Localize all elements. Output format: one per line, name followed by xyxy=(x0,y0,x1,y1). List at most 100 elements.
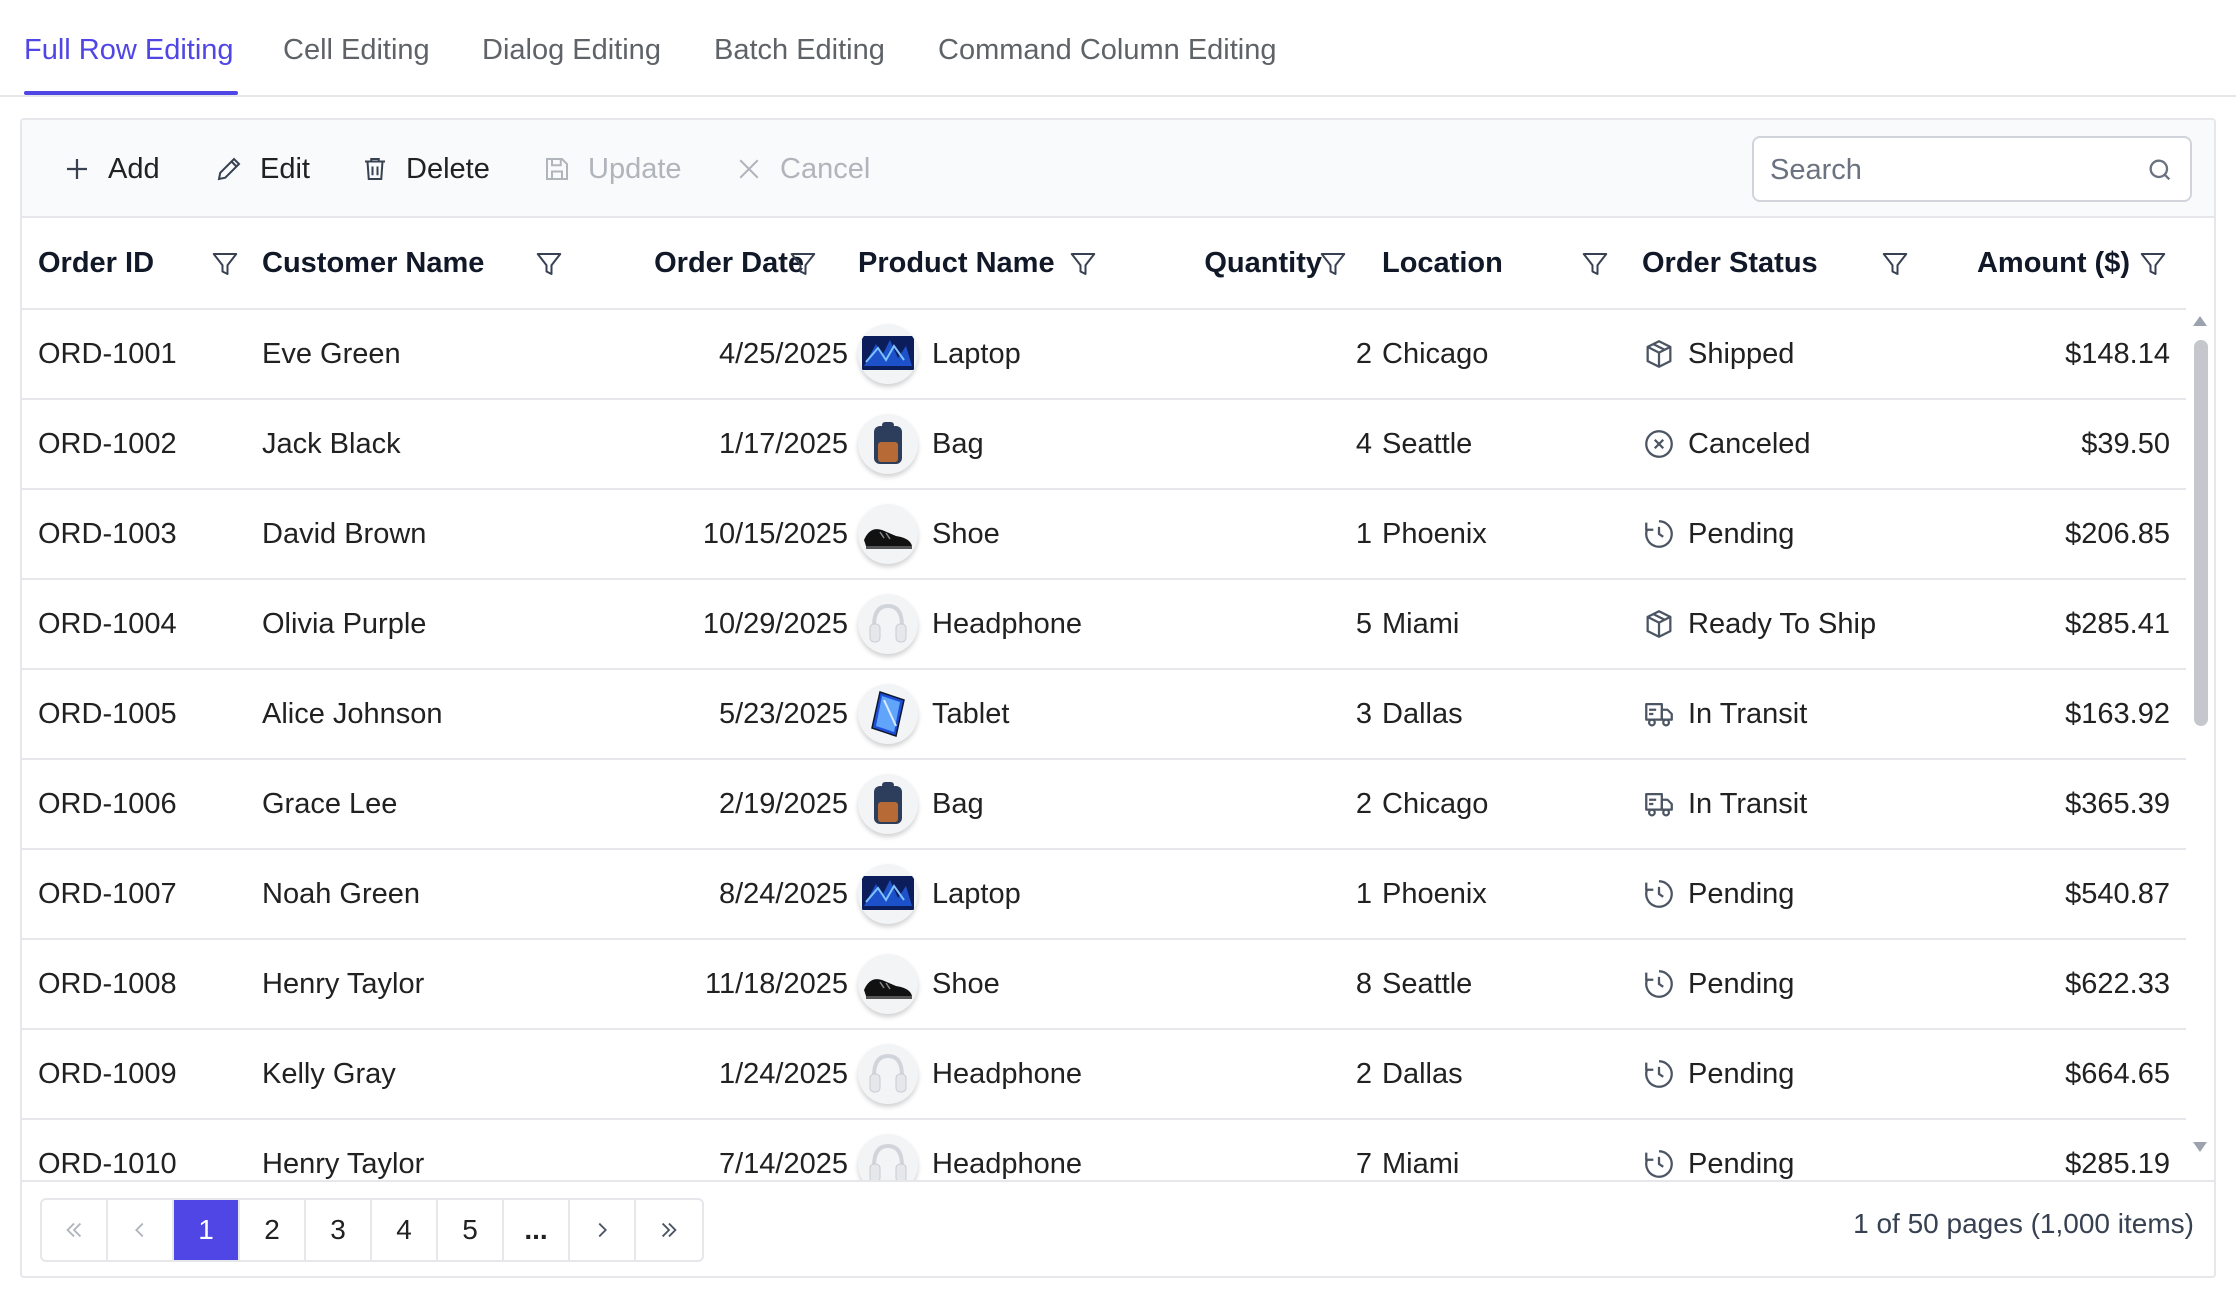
amount-cell: $365.39 xyxy=(2065,787,2170,820)
cancel-button[interactable]: Cancel xyxy=(734,148,870,190)
table-row[interactable]: ORD-1006 Grace Lee 2/19/2025 Bag 2 Chicago In … xyxy=(22,760,2186,850)
order-date-cell: 5/23/2025 xyxy=(718,697,848,730)
customer-name-cell: Alice Johnson xyxy=(262,697,443,730)
product-name-text: Headphone xyxy=(932,1147,1082,1180)
page-button-1[interactable]: 1 xyxy=(174,1200,240,1260)
order-id-cell: ORD-1010 xyxy=(38,1147,177,1180)
product-name-cell: Headphone xyxy=(858,1030,1158,1118)
filter-icon[interactable] xyxy=(1068,249,1098,279)
amount-cell: $285.19 xyxy=(2065,1147,2170,1180)
clock-icon xyxy=(1642,1147,1688,1180)
customer-name-cell: Jack Black xyxy=(262,427,401,460)
quantity-cell: 2 xyxy=(1355,1057,1372,1090)
page-button-4[interactable]: 4 xyxy=(372,1200,438,1260)
double-chevron-right-icon xyxy=(661,1222,677,1238)
column-header-quantity[interactable]: Quantity xyxy=(1162,218,1322,308)
filter-icon[interactable] xyxy=(1318,249,1348,279)
more-pages-button[interactable]: ... xyxy=(504,1200,570,1260)
column-header-location[interactable]: Location xyxy=(1382,218,1582,308)
order-status-cell: Shipped xyxy=(1642,310,1942,398)
tab-cell-editing[interactable]: Cell Editing xyxy=(283,30,430,70)
order-status-text: Ready To Ship xyxy=(1688,607,1877,640)
tablet-image xyxy=(858,684,918,744)
filter-icon[interactable] xyxy=(210,249,240,279)
chevron-left-icon xyxy=(135,1222,144,1238)
scroll-up-arrow-icon[interactable] xyxy=(2191,314,2209,328)
page-button-2[interactable]: 2 xyxy=(240,1200,306,1260)
tab-full-row-editing[interactable]: Full Row Editing xyxy=(24,30,234,70)
plus-icon xyxy=(67,159,87,179)
filter-icon[interactable] xyxy=(788,249,818,279)
order-status-cell: Ready To Ship xyxy=(1642,580,1942,668)
column-header-customer-name[interactable]: Customer Name xyxy=(262,218,522,308)
previous-page-button[interactable] xyxy=(108,1200,174,1260)
table-row[interactable]: ORD-1005 Alice Johnson 5/23/2025 Tablet 3 Dal… xyxy=(22,670,2186,760)
table-row[interactable]: ORD-1001 Eve Green 4/25/2025 Laptop 2 Chicago… xyxy=(22,310,2186,400)
product-name-text: Bag xyxy=(932,427,984,460)
location-cell: Miami xyxy=(1382,1147,1460,1180)
location-cell: Chicago xyxy=(1382,337,1489,370)
column-header-product-name[interactable]: Product Name xyxy=(858,218,1078,308)
table-row[interactable]: ORD-1009 Kelly Gray 1/24/2025 Headphone 2 Dal… xyxy=(22,1030,2186,1120)
bag-image xyxy=(858,774,918,834)
product-name-text: Headphone xyxy=(932,1057,1082,1090)
quantity-cell: 7 xyxy=(1355,1147,1372,1180)
product-name-text: Tablet xyxy=(932,697,1010,730)
tab-dialog-editing[interactable]: Dialog Editing xyxy=(482,30,661,70)
order-date-cell: 11/18/2025 xyxy=(705,967,848,1000)
add-label: Add xyxy=(108,152,160,185)
filter-icon[interactable] xyxy=(534,249,564,279)
product-name-text: Laptop xyxy=(932,337,1021,370)
add-button[interactable]: Add xyxy=(62,148,160,190)
order-status-text: Pending xyxy=(1688,517,1795,550)
table-row[interactable]: ORD-1008 Henry Taylor 11/18/2025 Shoe 8 Seatt… xyxy=(22,940,2186,1030)
pager: 1 2 3 4 5 ... 1 of 50 pages (1,000 items… xyxy=(22,1180,2214,1276)
vertical-scrollbar[interactable] xyxy=(2186,310,2214,1180)
order-date-cell: 1/24/2025 xyxy=(718,1057,848,1090)
tab-command-column-editing[interactable]: Command Column Editing xyxy=(938,30,1276,70)
location-cell: Phoenix xyxy=(1382,877,1487,910)
order-id-cell: ORD-1001 xyxy=(38,337,177,370)
grid-header: Order ID Customer Name Order Date Product N… xyxy=(22,218,2186,310)
table-row[interactable]: ORD-1004 Olivia Purple 10/29/2025 Headphone… xyxy=(22,580,2186,670)
column-header-amount[interactable]: Amount ($) xyxy=(1902,218,2130,308)
amount-cell: $206.85 xyxy=(2065,517,2170,550)
next-page-button[interactable] xyxy=(570,1200,636,1260)
table-row[interactable]: ORD-1003 David Brown 10/15/2025 Shoe 1 Phoeni… xyxy=(22,490,2186,580)
product-name-text: Headphone xyxy=(932,607,1082,640)
page-button-3[interactable]: 3 xyxy=(306,1200,372,1260)
scrollbar-thumb[interactable] xyxy=(2194,340,2208,726)
order-status-text: Pending xyxy=(1688,1057,1795,1090)
search-input[interactable] xyxy=(1770,148,2130,192)
product-name-cell: Laptop xyxy=(858,850,1158,938)
edit-button[interactable]: Edit xyxy=(214,148,310,190)
filter-icon[interactable] xyxy=(2138,249,2168,279)
column-header-order-date[interactable]: Order Date xyxy=(582,218,804,308)
table-row[interactable]: ORD-1002 Jack Black 1/17/2025 Bag 4 Seattle Ca… xyxy=(22,400,2186,490)
filter-icon[interactable] xyxy=(1580,249,1610,279)
location-cell: Dallas xyxy=(1382,697,1463,730)
amount-cell: $39.50 xyxy=(2081,427,2170,460)
grid-toolbar: Add Edit Delete Update Cancel xyxy=(22,120,2214,218)
order-status-text: In Transit xyxy=(1688,787,1808,820)
delete-button[interactable]: Delete xyxy=(360,148,490,190)
update-button[interactable]: Update xyxy=(542,148,682,190)
page-button-5[interactable]: 5 xyxy=(438,1200,504,1260)
clock-icon xyxy=(1642,517,1688,551)
first-page-button[interactable] xyxy=(42,1200,108,1260)
order-id-cell: ORD-1003 xyxy=(38,517,177,550)
tab-batch-editing[interactable]: Batch Editing xyxy=(714,30,885,70)
scroll-down-arrow-icon[interactable] xyxy=(2191,1140,2209,1154)
customer-name-cell: Henry Taylor xyxy=(262,1147,425,1180)
last-page-button[interactable] xyxy=(636,1200,702,1260)
product-name-cell: Shoe xyxy=(858,490,1158,578)
table-row[interactable]: ORD-1007 Noah Green 8/24/2025 Laptop 1 Phoeni… xyxy=(22,850,2186,940)
table-row[interactable]: ORD-1010 Henry Taylor 7/14/2025 Headphone 7 M… xyxy=(22,1120,2186,1180)
column-header-order-id[interactable]: Order ID xyxy=(38,218,208,308)
column-header-order-status[interactable]: Order Status xyxy=(1642,218,1862,308)
shoe-image xyxy=(858,954,918,1014)
search-icon[interactable] xyxy=(2146,156,2174,184)
order-id-cell: ORD-1002 xyxy=(38,427,177,460)
data-grid: Add Edit Delete Update Cancel Order ID Cu… xyxy=(20,118,2216,1278)
grid-body: ORD-1001 Eve Green 4/25/2025 Laptop 2 Chicago… xyxy=(22,310,2186,1180)
